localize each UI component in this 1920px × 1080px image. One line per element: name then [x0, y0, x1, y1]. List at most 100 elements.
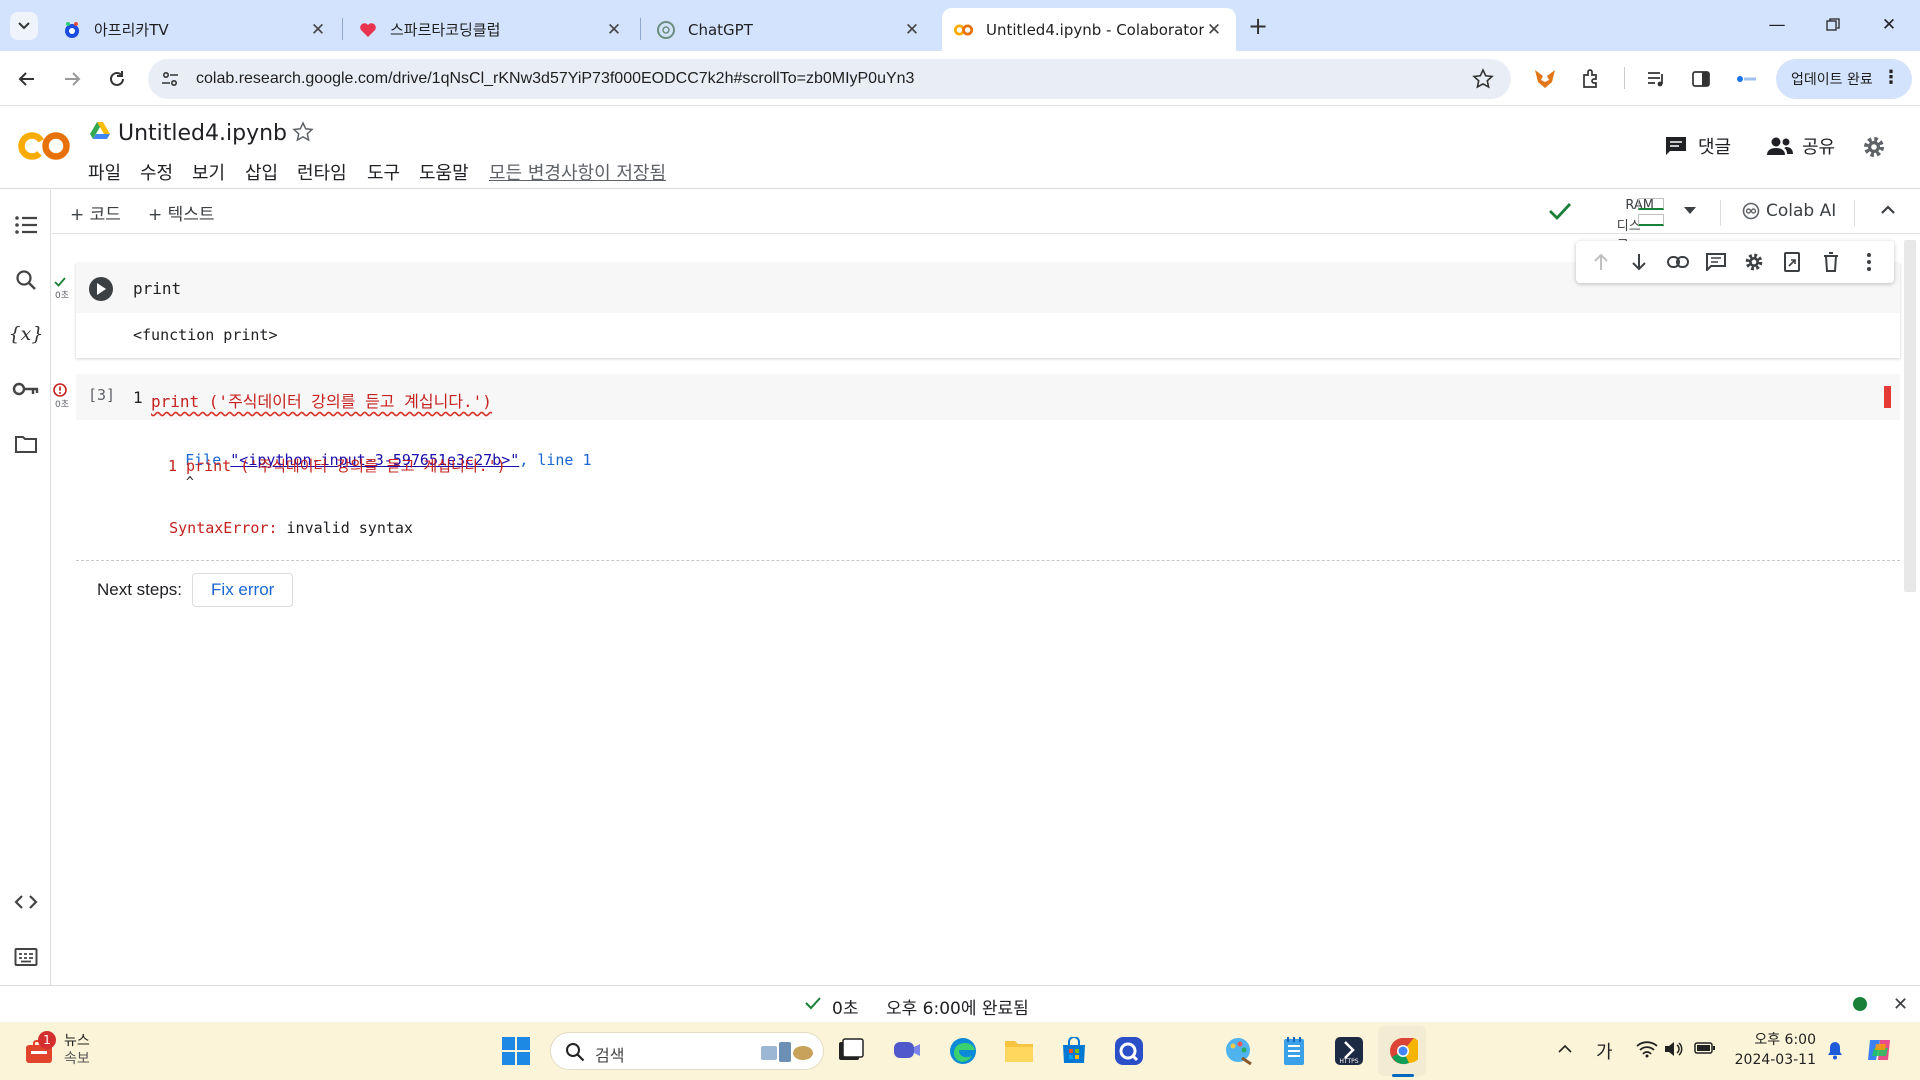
- wifi-icon[interactable]: [1636, 1040, 1658, 1058]
- teams-chat-icon[interactable]: [888, 1032, 926, 1070]
- back-button[interactable]: [12, 64, 42, 94]
- share-label: 공유: [1802, 137, 1836, 158]
- browser-tab[interactable]: 스파르타코딩클럽 ✕: [346, 8, 636, 51]
- resource-monitor[interactable]: RAM 디스크: [1588, 196, 1678, 253]
- table-of-contents-icon[interactable]: [11, 210, 41, 240]
- menu-file[interactable]: 파일: [88, 159, 121, 185]
- https-app-icon[interactable]: HTTPS: [1330, 1032, 1368, 1070]
- task-view-icon[interactable]: [832, 1032, 870, 1070]
- star-icon[interactable]: [292, 121, 314, 143]
- mirror-cell-button[interactable]: [1777, 247, 1807, 277]
- settings-gear-icon[interactable]: [1862, 135, 1886, 159]
- chrome-running-indicator: [1392, 1074, 1414, 1077]
- browser-tab[interactable]: ChatGPT ✕: [644, 8, 934, 51]
- media-control-icon[interactable]: [1641, 64, 1671, 94]
- chevron-down-icon: [18, 22, 30, 30]
- copy-link-button[interactable]: [1663, 247, 1693, 277]
- comment-button[interactable]: 댓글: [1664, 133, 1731, 159]
- collapse-chevron-up-icon[interactable]: [1880, 205, 1896, 215]
- cortana-app-icon[interactable]: [1110, 1032, 1148, 1070]
- move-cell-down-button[interactable]: [1624, 247, 1654, 277]
- extensions-puzzle-icon[interactable]: [1576, 64, 1606, 94]
- copilot-icon[interactable]: [1864, 1034, 1896, 1066]
- more-vertical-icon: [1866, 253, 1871, 271]
- connected-check-icon: [1548, 201, 1572, 221]
- browser-tab[interactable]: 아프리카TV ✕: [50, 8, 340, 51]
- terminal-icon[interactable]: [11, 942, 41, 972]
- code-line-number: 1: [133, 388, 143, 407]
- windows-start-icon[interactable]: [497, 1032, 535, 1070]
- battery-icon[interactable]: [1694, 1041, 1716, 1055]
- code-cell-error[interactable]: [3] 1 print ('주식데이터 강의를 듣고 계십니다.') File …: [76, 374, 1900, 560]
- cell-code[interactable]: print ('주식데이터 강의를 듣고 계십니다.'): [151, 388, 492, 412]
- notepad-icon[interactable]: [1275, 1032, 1313, 1070]
- file-explorer-icon[interactable]: [1000, 1032, 1038, 1070]
- cell-code[interactable]: print: [133, 279, 181, 298]
- more-actions-button[interactable]: [1854, 247, 1884, 277]
- runtime-dropdown-icon[interactable]: [1684, 207, 1696, 215]
- add-comment-button[interactable]: [1701, 247, 1731, 277]
- add-text-button[interactable]: + 텍스트: [148, 200, 215, 225]
- volume-icon[interactable]: [1663, 1040, 1683, 1058]
- close-window-button[interactable]: ✕: [1866, 10, 1912, 40]
- forward-button[interactable]: [57, 64, 87, 94]
- paint-app-icon[interactable]: [1220, 1032, 1258, 1070]
- sparta-heart-icon: [358, 20, 378, 40]
- share-button[interactable]: 공유: [1766, 133, 1835, 159]
- reload-button[interactable]: [102, 64, 132, 94]
- status-completed[interactable]: 오후 6:00에 완료됨: [886, 994, 1029, 1019]
- close-icon[interactable]: ✕: [604, 20, 624, 40]
- secrets-key-icon[interactable]: [11, 374, 41, 404]
- tab-search-button[interactable]: [10, 12, 38, 40]
- close-icon[interactable]: ✕: [308, 20, 328, 40]
- restore-button[interactable]: [1810, 10, 1856, 40]
- ime-indicator[interactable]: 가: [1596, 1038, 1613, 1064]
- metamask-extension-icon[interactable]: [1530, 64, 1560, 94]
- new-tab-button[interactable]: +: [1244, 12, 1272, 40]
- site-info-icon[interactable]: [160, 69, 180, 89]
- menu-view[interactable]: 보기: [192, 159, 225, 185]
- add-code-button[interactable]: + 코드: [70, 200, 121, 225]
- microsoft-store-icon[interactable]: [1055, 1032, 1093, 1070]
- fix-error-button[interactable]: Fix error: [192, 573, 294, 607]
- menu-runtime[interactable]: 런타임: [297, 159, 347, 185]
- menu-tools[interactable]: 도구: [367, 159, 400, 185]
- restore-icon: [1826, 18, 1840, 31]
- menu-insert[interactable]: 삽입: [245, 159, 278, 185]
- delete-cell-button[interactable]: [1816, 247, 1846, 277]
- edge-browser-icon[interactable]: [944, 1032, 982, 1070]
- menu-help[interactable]: 도움말: [419, 159, 469, 185]
- bookmark-star-icon[interactable]: [1472, 68, 1494, 90]
- close-status-icon[interactable]: ✕: [1893, 994, 1908, 1015]
- menu-edit[interactable]: 수정: [140, 159, 173, 185]
- browser-tab-active[interactable]: Untitled4.ipynb - Colaboratory ✕: [942, 8, 1236, 51]
- chrome-browser-icon[interactable]: [1384, 1032, 1422, 1070]
- close-icon[interactable]: ✕: [902, 20, 922, 40]
- profile-avatar-icon[interactable]: [1731, 64, 1761, 94]
- folder-icon[interactable]: [11, 429, 41, 459]
- show-hidden-icons-chevron-up-icon[interactable]: [1558, 1044, 1572, 1053]
- tab-title: 아프리카TV: [94, 21, 169, 39]
- close-icon[interactable]: ✕: [1204, 20, 1224, 40]
- notebook-title[interactable]: Untitled4.ipynb: [118, 121, 287, 146]
- notebook-scrollbar[interactable]: [1904, 240, 1916, 592]
- colab-logo[interactable]: [18, 129, 72, 163]
- search-icon[interactable]: [11, 265, 41, 295]
- side-panel-icon[interactable]: [1686, 64, 1716, 94]
- colab-ai-label: Colab AI: [1766, 201, 1837, 221]
- variables-icon[interactable]: {x}: [9, 319, 44, 349]
- code-snippets-icon[interactable]: [11, 887, 41, 917]
- cell-settings-button[interactable]: [1739, 247, 1769, 277]
- notebook-toolbar: + 코드 + 텍스트 RAM 디스크 Colab AI: [52, 190, 1920, 253]
- update-complete-button[interactable]: 업데이트 완료 ⋮: [1776, 59, 1912, 99]
- notification-bell-icon[interactable]: [1826, 1040, 1844, 1060]
- address-bar[interactable]: colab.research.google.com/drive/1qNsCl_r…: [148, 59, 1511, 99]
- move-cell-up-button[interactable]: [1586, 247, 1616, 277]
- colab-ai-button[interactable]: Colab AI: [1742, 201, 1836, 221]
- minimize-button[interactable]: —: [1754, 10, 1800, 40]
- clock[interactable]: 오후 6:00 2024-03-11: [1726, 1030, 1816, 1070]
- save-status[interactable]: 모든 변경사항이 저장됨: [489, 159, 666, 185]
- news-widget[interactable]: 1 뉴스 속보: [24, 1031, 90, 1068]
- run-cell-button[interactable]: [89, 277, 113, 301]
- taskbar-search[interactable]: 검색: [550, 1032, 824, 1070]
